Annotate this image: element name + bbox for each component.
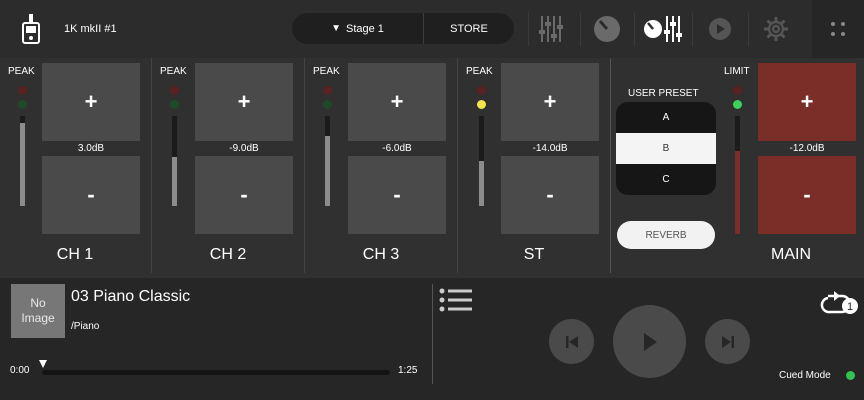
preset-option-b[interactable]: B	[616, 133, 716, 164]
signal-led	[733, 100, 742, 109]
peak-led	[170, 86, 179, 95]
next-icon	[721, 335, 734, 348]
level-down-button[interactable]: -	[758, 156, 856, 234]
channel-name: ST	[523, 246, 545, 263]
level-up-button[interactable]: +	[758, 63, 856, 141]
level-meter	[325, 116, 330, 206]
track-path: /Piano	[71, 321, 100, 332]
user-preset-title: USER PRESET	[628, 88, 699, 99]
peak-led	[477, 86, 486, 95]
peak-led	[323, 86, 332, 95]
device-icon[interactable]	[18, 13, 44, 45]
level-value: -9.0dB	[229, 143, 259, 154]
channel-name: CH 3	[362, 246, 400, 263]
album-art-placeholder: No Image	[11, 284, 65, 338]
player-divider	[432, 284, 433, 384]
signal-led	[323, 100, 332, 109]
level-down-button[interactable]: -	[195, 156, 293, 234]
dropdown-triangle-icon: ▼	[331, 23, 341, 34]
toolbar-divider	[528, 12, 529, 46]
limit-led	[733, 86, 742, 95]
channel-name: CH 2	[209, 246, 247, 263]
mixer-view-icon[interactable]	[642, 9, 684, 49]
level-meter	[735, 116, 740, 234]
level-down-button[interactable]: -	[42, 156, 140, 234]
cued-mode-indicator[interactable]	[846, 371, 855, 380]
peak-label: PEAK	[313, 66, 340, 77]
section-divider	[610, 58, 611, 273]
reverb-button[interactable]: REVERB	[617, 221, 715, 249]
level-meter	[20, 116, 25, 206]
signal-led	[18, 100, 27, 109]
peak-label: PEAK	[466, 66, 493, 77]
prev-button[interactable]	[549, 319, 594, 364]
level-up-button[interactable]: +	[501, 63, 599, 141]
toolbar-divider	[748, 12, 749, 46]
scene-select[interactable]: ▼ Stage 1	[292, 13, 424, 44]
track-title: 03 Piano Classic	[71, 288, 191, 305]
channel-strip-2: PEAK + -9.0dB - CH 2	[152, 58, 304, 278]
seek-handle[interactable]	[39, 360, 47, 368]
level-down-button[interactable]: -	[348, 156, 446, 234]
channel-name: CH 1	[56, 246, 94, 263]
limit-label: LIMIT	[724, 66, 750, 77]
svg-text:1: 1	[847, 301, 853, 313]
top-bar: 1K mkII #1 ▼ Stage 1 STORE	[0, 0, 864, 58]
play-button[interactable]	[613, 305, 686, 378]
level-meter	[172, 116, 177, 206]
list-icon[interactable]	[438, 287, 474, 313]
prev-icon	[565, 335, 578, 348]
main-strip: LIMIT + -12.0dB - MAIN	[716, 58, 864, 278]
preset-option-a[interactable]: A	[616, 102, 716, 133]
level-value: -14.0dB	[532, 143, 568, 154]
level-up-button[interactable]: +	[42, 63, 140, 141]
scene-name: Stage 1	[345, 22, 384, 35]
preset-option-c[interactable]: C	[616, 164, 716, 195]
player-panel: No Image 03 Piano Classic /Piano 0:00 1:2…	[0, 278, 864, 400]
fader-st: + -14.0dB -	[501, 63, 599, 234]
faders-icon[interactable]	[530, 9, 572, 49]
gear-icon[interactable]	[755, 9, 797, 49]
mixer-panel: PEAK + 3.0dB - CH 1 PEAK + -9.0dB - CH 2…	[0, 58, 864, 278]
play-icon	[643, 332, 657, 351]
signal-led	[170, 100, 179, 109]
fader-ch3: + -6.0dB -	[348, 63, 446, 234]
scene-control: ▼ Stage 1 STORE	[292, 13, 514, 44]
seek-bar[interactable]	[42, 370, 390, 375]
level-value: -6.0dB	[382, 143, 412, 154]
device-name: 1K mkII #1	[64, 23, 117, 35]
level-down-button[interactable]: -	[501, 156, 599, 234]
level-value: 3.0dB	[77, 143, 105, 154]
fader-main: + -12.0dB -	[758, 63, 856, 234]
store-button[interactable]: STORE	[424, 13, 514, 44]
toolbar-divider	[634, 12, 635, 46]
time-total: 1:25	[398, 365, 418, 376]
grid-icon[interactable]	[812, 0, 864, 58]
time-current: 0:00	[10, 365, 30, 376]
fader-ch1: + 3.0dB -	[42, 63, 140, 234]
record-icon[interactable]	[699, 9, 741, 49]
level-up-button[interactable]: +	[195, 63, 293, 141]
peak-label: PEAK	[160, 66, 187, 77]
signal-led	[477, 100, 486, 109]
level-meter	[479, 116, 484, 206]
toolbar-divider	[692, 12, 693, 46]
toolbar-divider	[580, 12, 581, 46]
channel-name: MAIN	[771, 246, 811, 263]
repeat-one-icon[interactable]: 1	[820, 288, 862, 316]
peak-led	[18, 86, 27, 95]
user-preset-selector: A B C	[616, 102, 716, 195]
next-button[interactable]	[705, 319, 750, 364]
cued-mode-label: Cued Mode	[779, 370, 831, 381]
level-value: -12.0dB	[789, 143, 825, 154]
peak-label: PEAK	[8, 66, 35, 77]
fader-ch2: + -9.0dB -	[195, 63, 293, 234]
channel-strip-3: PEAK + -6.0dB - CH 3	[305, 58, 457, 278]
knob-icon[interactable]	[586, 9, 628, 49]
channel-strip-1: PEAK + 3.0dB - CH 1	[0, 58, 152, 278]
level-up-button[interactable]: +	[348, 63, 446, 141]
channel-strip-st: PEAK + -14.0dB - ST	[458, 58, 610, 278]
